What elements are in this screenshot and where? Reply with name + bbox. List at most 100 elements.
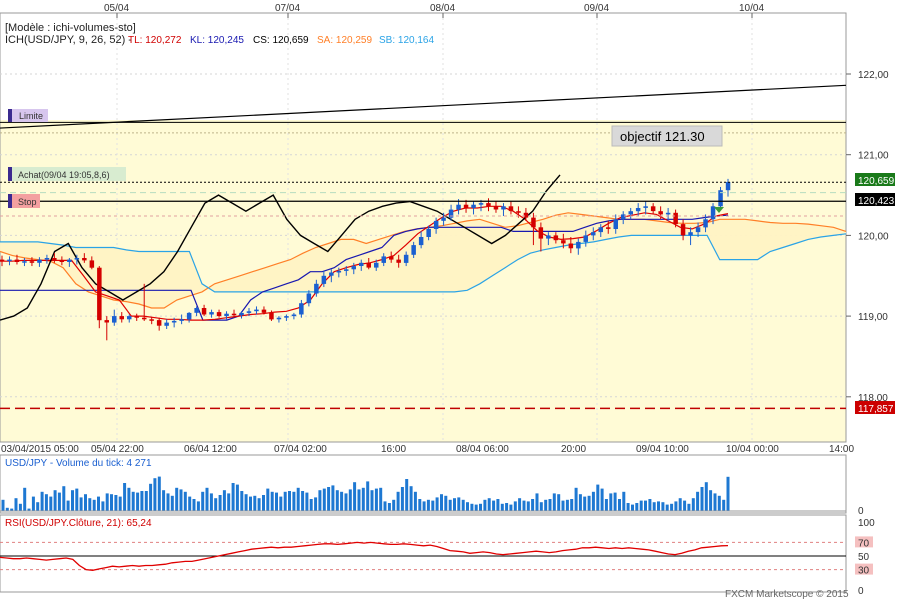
candle-body: [201, 308, 207, 315]
volume-bar: [492, 500, 496, 511]
limit-label: Limite: [19, 111, 43, 121]
volume-bar: [479, 503, 482, 511]
rsi-axis-label: 50: [858, 552, 870, 563]
candle-body: [710, 206, 716, 220]
price-axis-label: 120,00: [858, 231, 889, 242]
candle-body: [336, 270, 342, 273]
rsi-axis-label: 70: [858, 538, 870, 549]
limit-marker-tab: [8, 109, 12, 122]
candle-body: [441, 217, 446, 221]
volume-bar: [266, 488, 270, 511]
candle-body: [299, 303, 304, 315]
bottom-axis-label: 07/04 02:00: [274, 444, 327, 455]
volume-bar: [487, 498, 491, 511]
rsi-axis-label: 100: [858, 518, 875, 529]
bottom-axis-label: 03/04/2015 05:00: [1, 444, 79, 455]
candle-body: [291, 314, 297, 317]
volume-bar: [179, 489, 183, 511]
stop-marker[interactable]: Stop: [8, 194, 40, 208]
candle-body: [7, 259, 12, 262]
price-axis-label: 119,00: [858, 312, 888, 323]
candle-body: [246, 311, 252, 313]
candle-body: [561, 240, 566, 244]
volume-bar: [201, 491, 205, 511]
volume-bar: [574, 487, 578, 511]
candle-body: [396, 259, 401, 263]
volume-bar: [279, 496, 283, 511]
bottom-axis-label: 20:00: [561, 444, 586, 455]
volume-bar: [426, 499, 430, 511]
volume-bar: [696, 491, 700, 511]
volume-bar: [413, 491, 417, 511]
candle-body: [254, 309, 259, 312]
volume-bar: [262, 495, 265, 511]
volume-zero-label: 0: [858, 506, 864, 517]
model-line: [Modèle : ichi-volumes-sto]: [5, 22, 136, 34]
candle-body: [329, 272, 334, 276]
volume-bar: [57, 492, 61, 511]
volume-bar: [192, 499, 196, 511]
copyright: FXCM Marketscope © 2015: [725, 589, 849, 600]
volume-bar: [722, 499, 726, 511]
volume-bar: [474, 504, 478, 511]
candle-body: [426, 228, 431, 237]
volume-bar: [114, 495, 118, 511]
volume-bar: [422, 501, 426, 511]
volume-bar: [578, 494, 582, 511]
rsi-axis-label: 30: [858, 566, 870, 577]
volume-bar: [552, 493, 556, 511]
volume-bar: [123, 483, 127, 511]
candle-body: [119, 316, 124, 320]
volume-bar: [92, 499, 96, 511]
tl-value: TL: 120,272: [128, 35, 182, 46]
candle-body: [411, 245, 416, 255]
candle-body: [523, 212, 529, 218]
volume-bar: [49, 496, 53, 511]
volume-bar: [131, 491, 135, 511]
limit-marker[interactable]: Limite: [8, 109, 48, 122]
volume-bar: [700, 487, 704, 511]
candle-body: [576, 241, 581, 249]
objective-annotation: objectif 121.30: [620, 129, 705, 144]
volume-bar: [53, 490, 57, 511]
volume-bar: [379, 487, 383, 511]
bottom-axis-label: 16:00: [381, 444, 406, 455]
candle-body: [553, 235, 559, 241]
volume-panel-title: USD/JPY - Volume du tick: 4 271: [5, 458, 152, 469]
bottom-axis-label: 08/04 06:00: [456, 444, 509, 455]
volume-bar: [79, 497, 83, 511]
volume-bar: [383, 501, 387, 511]
volume-bar: [440, 494, 443, 511]
volume-bar: [644, 500, 647, 511]
candle-body: [314, 283, 319, 294]
volume-bar: [166, 493, 170, 511]
candle-body: [643, 206, 648, 208]
candle-body: [29, 261, 35, 263]
volume-bar: [561, 500, 565, 511]
top-date-label: 10/04: [739, 3, 764, 14]
volume-bar: [704, 482, 708, 511]
volume-bar: [522, 500, 526, 511]
volume-bar: [392, 499, 396, 511]
volume-bar: [305, 492, 309, 511]
candle-body: [583, 235, 588, 242]
volume-bar: [309, 499, 313, 511]
volume-bar: [322, 488, 326, 511]
buy-label: Achat(09/04 19:05,8,6): [18, 170, 110, 180]
volume-bar: [144, 491, 148, 511]
buy-marker[interactable]: Achat(09/04 19:05,8,6): [8, 167, 126, 181]
candle-body: [478, 203, 484, 205]
volume-bar: [348, 489, 352, 511]
volume-bar: [270, 491, 274, 511]
volume-bar: [257, 498, 261, 511]
volume-bar: [444, 495, 448, 511]
volume-bar: [466, 502, 469, 511]
candle-body: [621, 214, 626, 220]
candle-body: [516, 211, 521, 213]
bottom-axis-label: 10/04 00:00: [726, 444, 779, 455]
entry-price-badge: 120,423: [858, 196, 895, 207]
volume-bar: [175, 487, 179, 511]
candle-body: [688, 232, 693, 236]
candle-body: [403, 254, 409, 263]
volume-bar: [327, 487, 331, 511]
